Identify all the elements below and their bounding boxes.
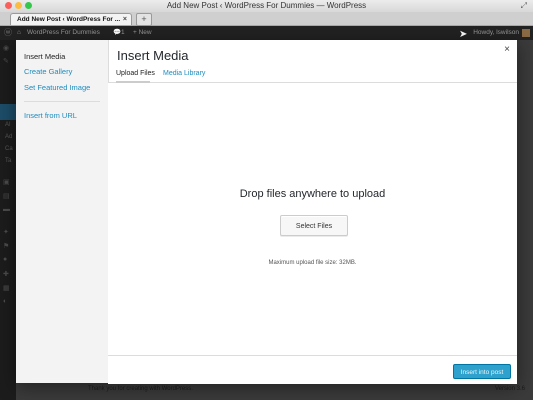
users-icon[interactable]: ● — [3, 256, 7, 263]
media-icon[interactable]: ▣ — [3, 178, 10, 186]
close-icon[interactable]: × — [504, 44, 510, 56]
insert-media-modal: Insert Media Create Gallery Set Featured… — [16, 40, 517, 384]
tab-upload-files[interactable]: Upload Files — [116, 70, 155, 77]
footer-version: Version 3.6 — [494, 386, 525, 392]
select-files-button[interactable]: Select Files — [280, 215, 348, 236]
media-frame-menu: Insert Media Create Gallery Set Featured… — [16, 40, 109, 383]
modal-title: Insert Media — [117, 48, 189, 63]
mouse-cursor-icon: ➤ — [459, 29, 468, 40]
dashboard-icon[interactable]: ◉ — [3, 44, 9, 52]
upload-drop-zone[interactable]: Drop files anywhere to upload Select Fil… — [108, 83, 517, 355]
max-upload-size-text: Maximum upload file size: 32MB. — [268, 260, 357, 266]
settings-icon[interactable]: ▦ — [3, 284, 10, 292]
media-toolbar: Insert into post — [108, 355, 517, 384]
menu-item-insert-media[interactable]: Insert Media — [24, 52, 65, 61]
site-name-link[interactable]: WordPress For Dummies — [27, 26, 100, 40]
fullscreen-icon[interactable]: ⤢ — [521, 1, 527, 11]
appearance-icon[interactable]: ✦ — [3, 228, 9, 236]
new-tab-button[interactable]: + — [136, 13, 152, 26]
tools-icon[interactable]: ✚ — [3, 270, 9, 278]
comment-count[interactable]: 1 — [121, 26, 125, 40]
wordpress-logo-icon[interactable]: ⓦ — [4, 26, 12, 40]
minimize-window-button[interactable] — [15, 2, 22, 9]
tab-close-icon[interactable]: × — [123, 14, 127, 26]
account-greeting[interactable]: Howdy, lswilson — [473, 26, 519, 40]
sidebar-item-label[interactable]: Ta — [5, 158, 11, 164]
menu-separator — [24, 101, 100, 102]
zoom-window-button[interactable] — [25, 2, 32, 9]
new-content-link[interactable]: + New — [133, 26, 152, 40]
sidebar-item-label[interactable]: Al — [5, 122, 10, 128]
sidebar-item-label[interactable]: Ad — [5, 134, 12, 140]
comments-icon[interactable]: 💬 — [113, 26, 121, 40]
insert-into-post-button[interactable]: Insert into post — [453, 364, 511, 379]
menu-item-set-featured-image[interactable]: Set Featured Image — [24, 83, 90, 92]
home-icon[interactable]: ⌂ — [17, 26, 21, 40]
admin-sidebar: ◉ ✎ Al Ad Ca Ta ▣ ▤ ▬ ✦ ⚑ ● ✚ ▦ ◐ — [0, 40, 16, 400]
tab-media-library[interactable]: Media Library — [163, 70, 205, 77]
media-router-tabs: Upload Files Media Library — [108, 64, 517, 83]
comments-icon[interactable]: ▬ — [3, 206, 10, 213]
window-titlebar: Add New Post ‹ WordPress For Dummies — W… — [0, 0, 533, 12]
sidebar-item-label[interactable]: Ca — [5, 146, 13, 152]
pages-icon[interactable]: ▤ — [3, 192, 10, 200]
window-controls — [5, 2, 32, 9]
sidebar-item-posts-active[interactable] — [0, 104, 16, 120]
footer-thanks: Thank you for creating with WordPress. — [88, 386, 193, 392]
browser-tab[interactable]: Add New Post ‹ WordPress For ... × — [10, 13, 132, 25]
window-title: Add New Post ‹ WordPress For Dummies — W… — [166, 1, 367, 10]
browser-tab-label: Add New Post ‹ WordPress For ... — [17, 16, 121, 23]
menu-item-create-gallery[interactable]: Create Gallery — [24, 67, 72, 76]
close-window-button[interactable] — [5, 2, 12, 9]
pin-icon[interactable]: ✎ — [3, 57, 9, 65]
wp-admin-bar: ⓦ ⌂ WordPress For Dummies 💬 1 + New Howd… — [0, 26, 533, 40]
menu-item-insert-from-url[interactable]: Insert from URL — [24, 111, 77, 120]
avatar[interactable] — [522, 29, 530, 37]
collapse-icon[interactable]: ◐ — [3, 298, 7, 305]
plugins-icon[interactable]: ⚑ — [3, 242, 9, 250]
drop-files-heading: Drop files anywhere to upload — [239, 188, 386, 200]
browser-tabbar: Add New Post ‹ WordPress For ... × + — [0, 12, 533, 26]
